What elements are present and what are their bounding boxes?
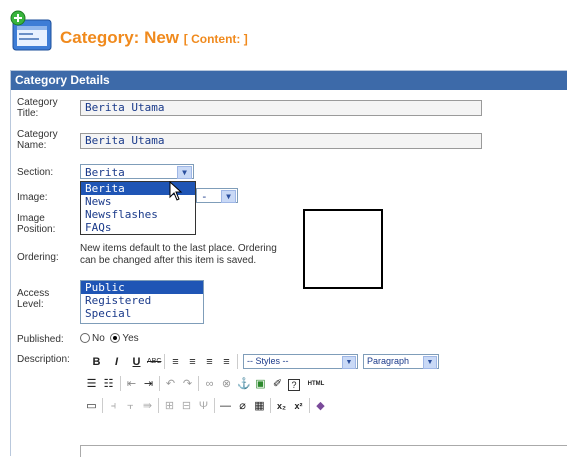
category-manager-icon [10,10,52,51]
row-props-icon[interactable]: ⫞ [107,399,120,413]
align-right-icon[interactable]: ≡ [203,355,216,369]
strikethrough-icon[interactable]: ABC [147,355,161,369]
section-select[interactable]: Berita ▼ [80,164,194,179]
special-char-icon[interactable]: ◆ [314,399,327,413]
page-title: Category: New [ Content: ] [60,28,248,48]
chevron-down-icon: ▼ [221,190,236,203]
section-label: Section: [17,167,54,178]
category-name-input[interactable]: Berita Utama [80,133,482,149]
category-title-input[interactable]: Berita Utama [80,100,482,116]
image-icon[interactable]: ▣ [254,377,267,391]
page-title-text: Category: New [60,28,180,47]
description-editor-area[interactable] [80,445,567,457]
superscript-icon[interactable]: x² [292,399,305,413]
access-option[interactable]: Registered [81,294,203,307]
page-header: Category: New [ Content: ] [0,0,567,68]
bullet-list-icon[interactable]: ☰ [85,377,98,391]
chevron-down-icon: ▼ [342,356,356,369]
visual-aid-icon[interactable]: ▦ [253,399,266,413]
undo-icon[interactable]: ↶ [164,377,177,391]
format-select[interactable]: Paragraph ▼ [363,354,439,369]
bold-icon[interactable]: B [90,355,103,369]
italic-icon[interactable]: I [110,355,123,369]
chevron-down-icon: ▼ [177,166,192,179]
outdent-icon[interactable]: ⇤ [125,377,138,391]
editor-toolbar-row-2: ☰ ☷ ⇤ ⇥ ↶ ↷ ∞ ⊗ ⚓ ▣ ✐ ? HTML [80,374,506,394]
subscript-icon[interactable]: x₂ [275,399,288,413]
editor-toolbar-row-1: B I U ABC ≡ ≡ ≡ ≡ -- Styles -- ▼ Paragra… [80,352,506,372]
redo-icon[interactable]: ↷ [181,377,194,391]
indent-icon[interactable]: ⇥ [142,377,155,391]
unlink-icon[interactable]: ⊗ [220,377,233,391]
access-option[interactable]: Special [81,307,203,320]
split-cells-icon[interactable]: ⊞ [163,399,176,413]
published-no-radio[interactable] [80,333,90,344]
section-option[interactable]: FAQs [81,221,195,234]
ordering-note: New items default to the last place. Ord… [80,243,277,266]
page-subtitle: [ Content: ] [183,32,248,46]
panel-title: Category Details [11,71,567,90]
remove-format-icon[interactable]: ⌀ [236,399,249,413]
access-level-label: Access Level: [17,288,50,310]
published-radio-group: No Yes [80,333,139,344]
underline-icon[interactable]: U [130,355,143,369]
access-level-list[interactable]: Public Registered Special [80,280,204,324]
delete-col-icon[interactable]: Ψ [197,399,210,413]
description-label: Description: [17,354,70,365]
editor-toolbar-row-3: ▭ ⫞ ⫟ ⇛ ⊞ ⊟ Ψ — ⌀ ▦ x₂ x² ◆ [80,396,506,416]
image-preview [303,209,383,289]
published-label: Published: [17,334,64,345]
image-select[interactable]: - ▼ [196,188,238,203]
category-name-label: Category Name: [17,129,58,151]
cell-props-icon[interactable]: ⫟ [124,399,137,413]
insert-row-icon[interactable]: ⇛ [141,399,154,413]
help-icon[interactable]: ? [288,379,300,391]
link-icon[interactable]: ∞ [203,377,216,391]
category-title-label: Category Title: [17,97,58,119]
align-center-icon[interactable]: ≡ [186,355,199,369]
image-position-label: Image Position: [17,213,56,235]
merge-cells-icon[interactable]: ⊟ [180,399,193,413]
image-label: Image: [17,192,48,203]
html-icon[interactable]: HTML [306,377,326,391]
justify-icon[interactable]: ≡ [220,355,233,369]
anchor-icon[interactable]: ⚓ [237,377,251,391]
cleanup-icon[interactable]: ✐ [271,377,284,391]
access-option[interactable]: Public [81,281,203,294]
align-left-icon[interactable]: ≡ [169,355,182,369]
ordering-label: Ordering: [17,252,59,263]
styles-select[interactable]: -- Styles -- ▼ [243,354,358,369]
category-details-panel: Category Details Category Title: Berita U… [10,70,567,457]
numbered-list-icon[interactable]: ☷ [102,377,115,391]
mouse-pointer-icon [169,181,183,201]
published-yes-radio[interactable] [110,333,121,344]
horizontal-rule-icon[interactable]: — [219,399,232,413]
table-icon[interactable]: ▭ [85,399,98,413]
section-option[interactable]: Newsflashes [81,208,195,221]
chevron-down-icon: ▼ [423,356,437,369]
